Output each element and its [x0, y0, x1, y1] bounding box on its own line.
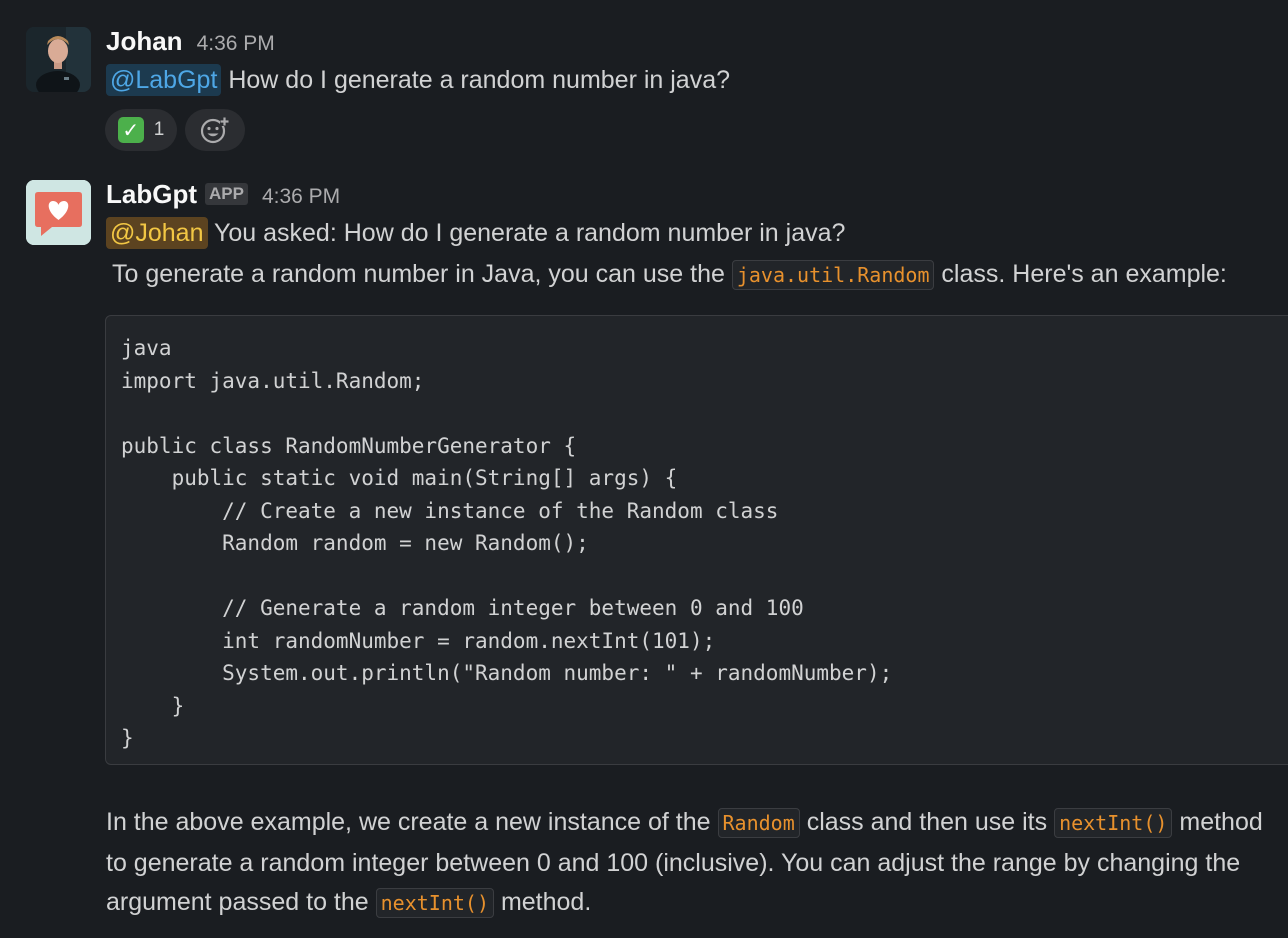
inline-code-random: Random [717, 808, 800, 838]
message-body: How do I generate a random number in jav… [221, 66, 731, 94]
timestamp[interactable]: 4:36 PM [197, 32, 275, 56]
white-check-mark-icon: ✓ [117, 117, 144, 143]
reactions-bar: ✓ 1 [105, 109, 245, 151]
timestamp[interactable]: 4:36 PM [262, 185, 340, 209]
mention-johan[interactable]: @Johan [106, 217, 208, 249]
mention-labgpt[interactable]: @LabGpt [106, 64, 222, 96]
message-text: @Johan You asked: How do I generate a ra… [106, 217, 846, 249]
heart-speech-bubble-icon [26, 180, 91, 245]
explanation-text-1: In the above example, we create a new in… [106, 808, 718, 836]
intro-text: To generate a random number in Java, you… [112, 260, 1227, 290]
code-block[interactable]: java import java.util.Random; public cla… [105, 315, 1288, 765]
inline-code-nextint-2: nextInt() [375, 888, 494, 918]
explanation-text-2: class and then use its [799, 808, 1055, 836]
explanation-text-4: method. [494, 888, 592, 916]
inline-code: java.util.Random [731, 260, 935, 290]
message-body: You asked: How do I generate a random nu… [207, 219, 846, 247]
reaction-count: 1 [153, 119, 165, 140]
avatar-johan[interactable] [26, 27, 91, 92]
reaction-check[interactable]: ✓ 1 [105, 109, 177, 151]
app-badge: APP [205, 183, 248, 205]
author-name[interactable]: Johan [106, 26, 183, 57]
intro-before: To generate a random number in Java, you… [112, 260, 732, 288]
code-content: java import java.util.Random; public cla… [121, 336, 893, 750]
avatar-johan-photo [26, 27, 91, 92]
add-reaction-button[interactable] [185, 109, 245, 151]
inline-code-nextint: nextInt() [1054, 808, 1173, 838]
explanation-paragraph: In the above example, we create a new in… [106, 803, 1281, 924]
author-name[interactable]: LabGpt [106, 179, 197, 210]
message-text: @LabGpt How do I generate a random numbe… [106, 64, 731, 96]
intro-after: class. Here's an example: [934, 260, 1227, 288]
avatar-labgpt[interactable] [26, 180, 91, 245]
add-reaction-icon [200, 117, 229, 144]
